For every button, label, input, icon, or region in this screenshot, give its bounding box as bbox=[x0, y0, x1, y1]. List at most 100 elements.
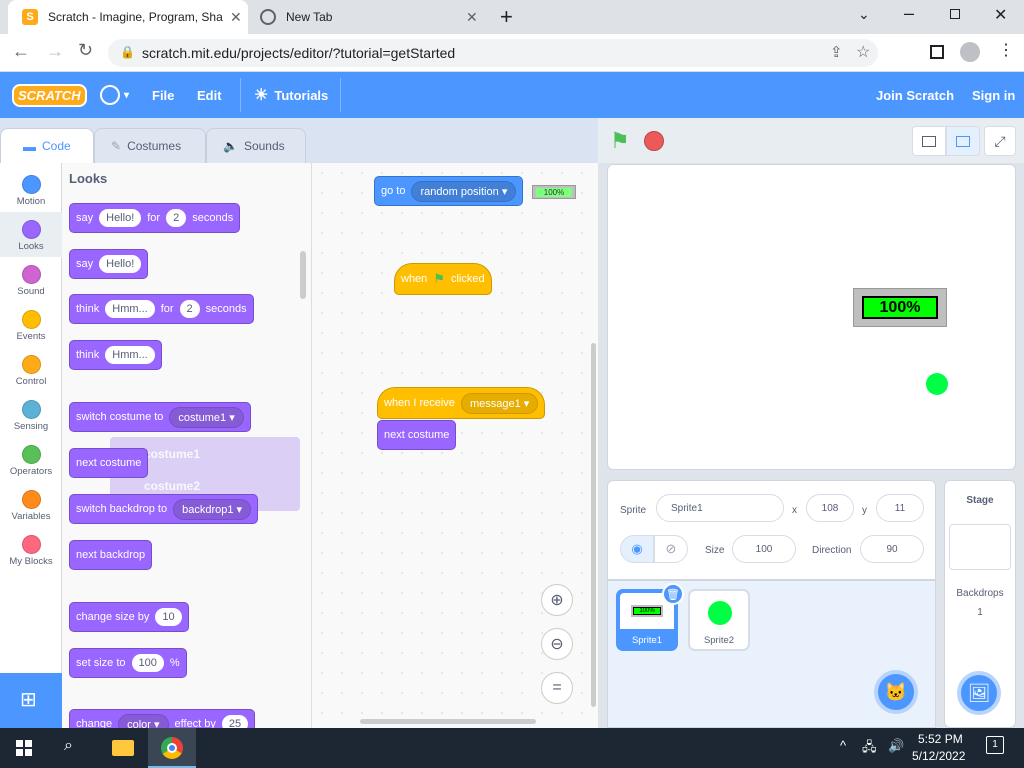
join-scratch-link[interactable]: Join Scratch bbox=[876, 72, 954, 118]
block-say[interactable]: say Hello! bbox=[69, 249, 149, 279]
costume-dropdown[interactable]: costume1 ▾ bbox=[169, 406, 244, 428]
tab-sounds[interactable]: 🔈 Sounds bbox=[206, 128, 306, 163]
zoom-reset-button[interactable]: = bbox=[541, 672, 573, 704]
sprite-name-field[interactable]: Sprite1 bbox=[656, 494, 784, 522]
change-size-input[interactable]: 10 bbox=[155, 608, 182, 626]
block-next-costume-script[interactable]: next costume bbox=[377, 420, 457, 450]
set-size-input[interactable]: 100 bbox=[131, 654, 164, 672]
sidepanel-icon[interactable] bbox=[930, 45, 944, 59]
volume-icon[interactable]: 🔊 bbox=[888, 738, 904, 754]
y-field[interactable]: 11 bbox=[876, 494, 924, 522]
block-go-to[interactable]: go to random position ▾ bbox=[374, 176, 524, 206]
block-think[interactable]: think Hmm... bbox=[69, 340, 162, 370]
x-field[interactable]: 108 bbox=[806, 494, 854, 522]
zoom-out-button[interactable]: ⊖ bbox=[541, 628, 573, 660]
scratch-logo[interactable]: SCRATCH bbox=[12, 72, 87, 118]
fullscreen-button[interactable]: ⤢ bbox=[984, 126, 1016, 156]
category-motion[interactable]: Motion bbox=[0, 167, 62, 212]
clock-date[interactable]: 5/12/2022 bbox=[912, 749, 965, 763]
block-set-size[interactable]: set size to 100 % bbox=[69, 648, 187, 678]
effect-dropdown[interactable]: color ▾ bbox=[118, 713, 169, 728]
browser-tab-newtab[interactable]: New Tab ✕ bbox=[248, 0, 488, 34]
category-looks[interactable]: Looks bbox=[0, 212, 62, 257]
stop-button[interactable] bbox=[644, 131, 664, 151]
address-bar[interactable]: 🔒 scratch.mit.edu/projects/editor/?tutor… bbox=[108, 39, 878, 67]
stage-canvas[interactable]: 100% bbox=[607, 164, 1016, 470]
new-tab-icon[interactable]: + bbox=[500, 4, 513, 30]
back-icon[interactable]: ← bbox=[12, 41, 30, 62]
category-my-blocks[interactable]: My Blocks bbox=[0, 527, 62, 572]
large-stage-button[interactable] bbox=[946, 126, 980, 156]
dropdown-option-costume2[interactable]: costume2 bbox=[144, 479, 200, 493]
profile-avatar-icon[interactable] bbox=[960, 42, 980, 62]
restore-window-icon[interactable] bbox=[950, 9, 960, 19]
minimize-window-icon[interactable]: – bbox=[904, 3, 914, 24]
green-flag-button[interactable]: ⚑ bbox=[610, 128, 630, 154]
stage-thumbnail[interactable] bbox=[949, 524, 1011, 570]
category-sound[interactable]: Sound bbox=[0, 257, 62, 302]
tab-costumes[interactable]: ✎ Costumes bbox=[94, 128, 206, 163]
palette-scrollbar[interactable] bbox=[300, 251, 306, 299]
sign-in-link[interactable]: Sign in bbox=[972, 72, 1015, 118]
block-say-for-seconds[interactable]: say Hello! for 2 seconds bbox=[69, 203, 241, 233]
block-when-flag-clicked[interactable]: when ⚑ clicked bbox=[394, 263, 492, 295]
size-field[interactable]: 100 bbox=[732, 535, 796, 563]
bookmark-star-icon[interactable]: ☆ bbox=[856, 42, 870, 62]
block-next-costume[interactable]: next costume bbox=[69, 448, 149, 478]
show-sprite-button[interactable]: ◉ bbox=[620, 535, 654, 563]
block-think-for-seconds[interactable]: think Hmm... for 2 seconds bbox=[69, 294, 254, 324]
sprite2-on-stage[interactable] bbox=[926, 373, 948, 395]
think-message-input[interactable]: Hmm... bbox=[105, 346, 155, 364]
workspace-horizontal-scrollbar[interactable] bbox=[360, 719, 536, 724]
say-seconds-input[interactable]: 2 bbox=[166, 209, 187, 227]
close-tab-icon[interactable]: ✕ bbox=[466, 9, 478, 26]
say-message-input[interactable]: Hello! bbox=[99, 209, 142, 227]
tab-code[interactable]: ▬ Code bbox=[0, 128, 94, 163]
browser-menu-icon[interactable]: ⋮ bbox=[998, 40, 1014, 60]
show-hidden-icons-icon[interactable]: ^ bbox=[840, 738, 846, 753]
block-switch-backdrop[interactable]: switch backdrop to backdrop1 ▾ bbox=[69, 494, 259, 524]
search-icon[interactable]: ⌕ bbox=[64, 737, 73, 755]
add-extension-button[interactable]: ⊞ bbox=[0, 673, 62, 728]
network-icon[interactable]: 🖧 bbox=[862, 738, 877, 760]
backdrop-dropdown[interactable]: backdrop1 ▾ bbox=[173, 498, 252, 520]
tab-search-chevron-icon[interactable]: ⌄ bbox=[858, 6, 870, 23]
zoom-in-button[interactable]: ⊕ bbox=[541, 584, 573, 616]
close-window-icon[interactable]: ✕ bbox=[994, 5, 1007, 25]
dropdown-option-costume1[interactable]: costume1 bbox=[144, 447, 200, 461]
close-tab-icon[interactable]: ✕ bbox=[230, 9, 242, 26]
workspace-vertical-scrollbar[interactable] bbox=[591, 343, 596, 707]
browser-tab-scratch[interactable]: S Scratch - Imagine, Program, Sha ✕ bbox=[8, 0, 248, 34]
category-sensing[interactable]: Sensing bbox=[0, 392, 62, 437]
choose-sprite-button[interactable]: 🐱 bbox=[874, 670, 918, 714]
block-when-i-receive[interactable]: when I receive message1 ▾ bbox=[377, 387, 546, 419]
say-message-input[interactable]: Hello! bbox=[99, 255, 142, 273]
think-message-input[interactable]: Hmm... bbox=[105, 300, 155, 318]
chrome-taskbar-icon[interactable] bbox=[148, 728, 196, 768]
share-icon[interactable]: ⇪ bbox=[830, 43, 843, 61]
hide-sprite-button[interactable]: ⊘ bbox=[654, 535, 688, 563]
delete-sprite-button[interactable]: 🗑 bbox=[662, 583, 684, 605]
sprite1-on-stage[interactable]: 100% bbox=[853, 288, 947, 327]
category-operators[interactable]: Operators bbox=[0, 437, 62, 482]
tutorials-button[interactable]: ☀ Tutorials bbox=[254, 72, 328, 118]
category-variables[interactable]: Variables bbox=[0, 482, 62, 527]
sprite-tile-sprite2[interactable]: Sprite2 bbox=[688, 589, 750, 651]
edit-menu[interactable]: Edit bbox=[197, 72, 222, 118]
block-switch-costume[interactable]: switch costume to costume1 ▾ bbox=[69, 402, 251, 432]
effect-value-input[interactable]: 25 bbox=[221, 715, 249, 728]
language-menu[interactable]: ▾ bbox=[100, 72, 129, 118]
clock-time[interactable]: 5:52 PM bbox=[918, 732, 963, 746]
notifications-icon[interactable]: 1 bbox=[986, 736, 1004, 754]
category-control[interactable]: Control bbox=[0, 347, 62, 392]
message-dropdown[interactable]: message1 ▾ bbox=[460, 392, 539, 414]
choose-backdrop-button[interactable]: 🖼 bbox=[957, 671, 1001, 715]
windows-start-icon[interactable] bbox=[16, 740, 32, 756]
block-change-effect[interactable]: change color ▾ effect by 25 bbox=[69, 709, 256, 728]
block-change-size[interactable]: change size by 10 bbox=[69, 602, 189, 632]
stage-target-panel[interactable]: Stage Backdrops 1 🖼 bbox=[944, 480, 1016, 728]
file-explorer-icon[interactable] bbox=[112, 740, 134, 756]
reload-icon[interactable]: ↻ bbox=[78, 40, 93, 61]
file-menu[interactable]: File bbox=[152, 72, 174, 118]
small-stage-button[interactable] bbox=[912, 126, 946, 156]
